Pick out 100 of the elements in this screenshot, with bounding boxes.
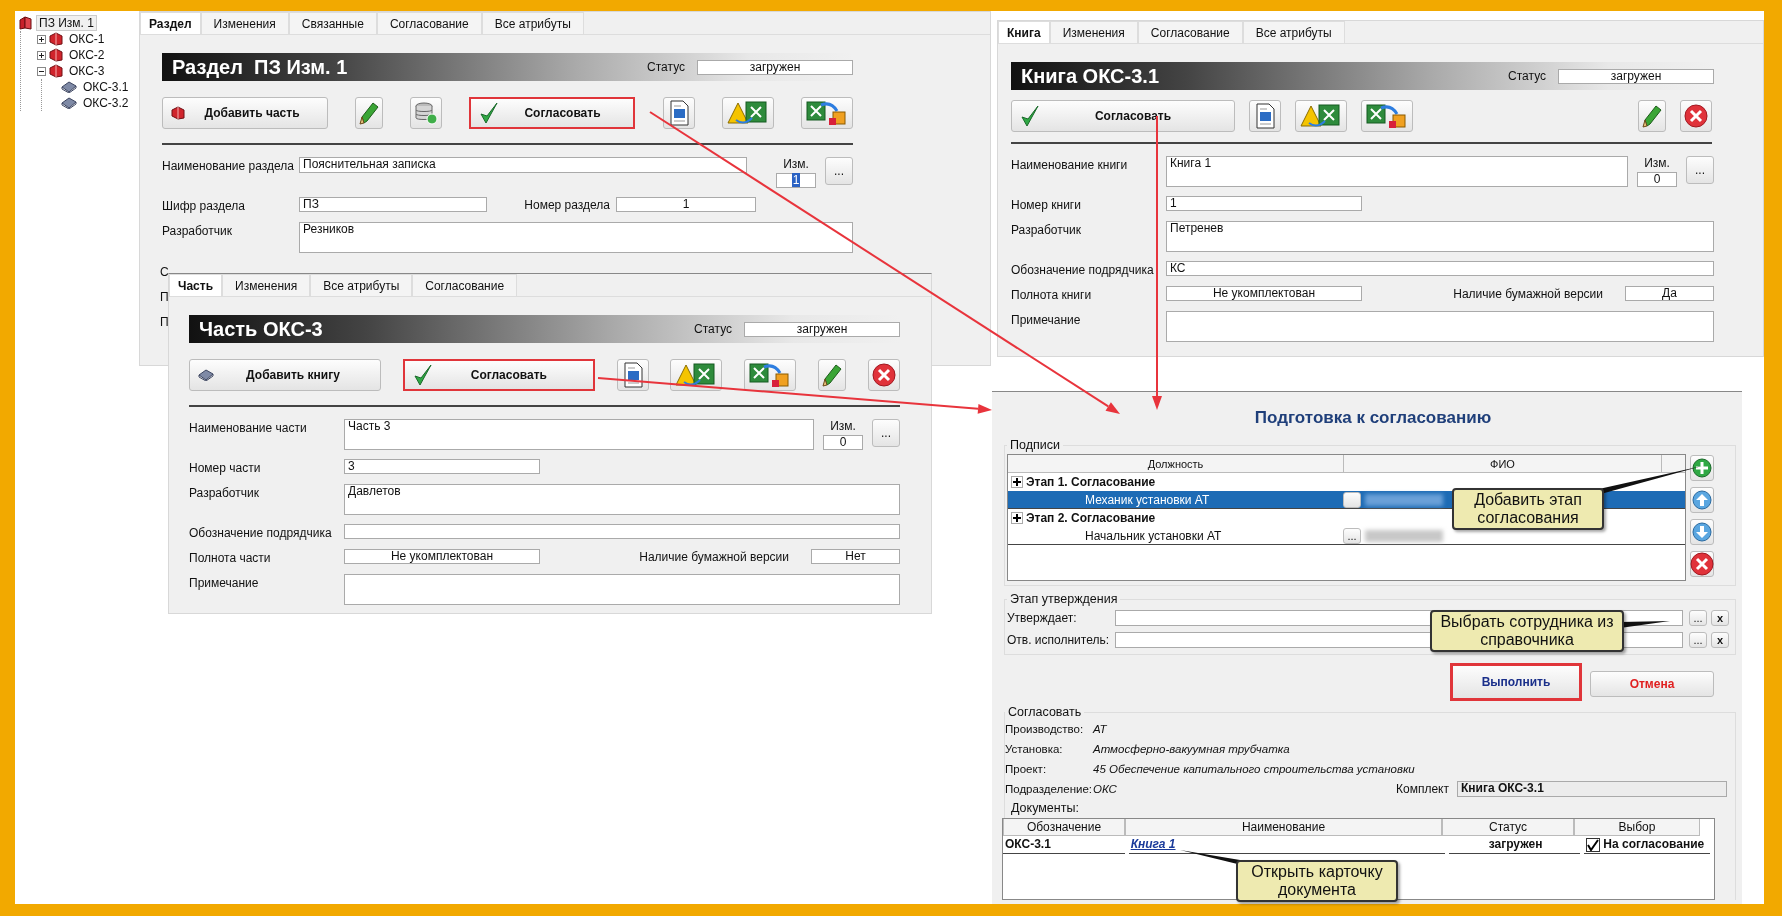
card-title: Раздел ПЗ Изм. 1 xyxy=(171,55,349,79)
input-field[interactable]: 1 xyxy=(1166,196,1362,211)
execute-button[interactable]: Выполнить xyxy=(1450,663,1582,701)
edit-button[interactable] xyxy=(1638,100,1666,132)
field-label: Разработчик xyxy=(189,485,260,500)
input-field[interactable] xyxy=(344,574,900,605)
tab[interactable]: Согласование xyxy=(412,274,518,296)
tab[interactable]: Изменения xyxy=(222,274,311,296)
status-label: Статус xyxy=(1508,69,1546,83)
close-button[interactable] xyxy=(867,359,900,391)
tab[interactable]: Все атрибуты xyxy=(310,274,413,296)
tab[interactable]: Часть xyxy=(169,274,223,296)
field-label: Шифр раздела xyxy=(162,198,246,213)
approve-button[interactable]: Согласовать xyxy=(469,97,636,129)
more-button[interactable]: ... xyxy=(872,419,900,447)
field-value: 45 Обеспечение капитального строительства установки xyxy=(1093,763,1415,775)
input-field[interactable]: 1 xyxy=(616,197,756,212)
input-field[interactable]: Не укомплектован xyxy=(1166,286,1362,301)
checkmark-icon xyxy=(412,363,433,387)
plus-icon[interactable] xyxy=(1011,476,1023,488)
field-label: Примечание xyxy=(1011,312,1082,327)
input-field[interactable]: Часть 3 xyxy=(344,419,814,450)
picker-button[interactable]: ... xyxy=(1689,610,1707,626)
revision-field[interactable]: 0 xyxy=(823,435,863,450)
move-down-button[interactable] xyxy=(1690,519,1714,545)
input-field[interactable]: Давлетов xyxy=(344,484,900,515)
input-field[interactable]: КС xyxy=(1166,261,1714,276)
export-button[interactable] xyxy=(721,97,774,129)
tab[interactable]: Согласование xyxy=(1137,21,1243,43)
revision-field[interactable]: 0 xyxy=(1637,172,1677,187)
tab[interactable]: Связанные xyxy=(288,12,377,34)
tree-item[interactable]: ОКС-3.2 xyxy=(80,95,132,111)
cancel-button[interactable]: Отмена xyxy=(1590,671,1714,697)
tab[interactable]: Все атрибуты xyxy=(481,12,584,34)
tab[interactable]: Раздел xyxy=(140,12,201,34)
column-header: Обозначение xyxy=(1003,819,1125,836)
tab[interactable]: Все атрибуты xyxy=(1242,21,1345,43)
input-field[interactable]: Резников xyxy=(299,222,853,253)
add-stage-button[interactable] xyxy=(1690,455,1714,481)
tree-item[interactable]: ОКС-3.1 xyxy=(80,79,132,95)
tree-item[interactable]: ОКС-3 xyxy=(66,63,108,79)
input-field[interactable] xyxy=(1166,311,1714,342)
checkbox[interactable] xyxy=(1586,837,1601,852)
field-label: Изм. xyxy=(1644,156,1670,170)
input-field[interactable]: Пояснительная записка xyxy=(299,157,747,173)
close-button[interactable] xyxy=(1680,100,1712,132)
database-button[interactable] xyxy=(410,97,443,129)
input-field[interactable]: Петренев xyxy=(1166,221,1714,252)
field-label: П xyxy=(160,290,168,304)
callout-note: Добавить этап согласования xyxy=(1452,488,1604,530)
document-button[interactable] xyxy=(1249,100,1281,132)
picker-button[interactable]: ... xyxy=(1343,527,1361,544)
plus-icon[interactable] xyxy=(37,34,46,44)
transfer-button[interactable] xyxy=(1361,100,1413,132)
delete-button[interactable] xyxy=(1690,551,1714,577)
transfer-button[interactable] xyxy=(744,359,797,391)
tree-item[interactable]: ОКС-1 xyxy=(66,31,108,47)
set-field: Книга ОКС-3.1 xyxy=(1457,781,1727,797)
export-button[interactable] xyxy=(670,359,723,391)
plus-icon[interactable] xyxy=(37,50,46,60)
tab[interactable]: Изменения xyxy=(200,12,289,34)
approve-button[interactable]: Согласовать xyxy=(1011,100,1235,132)
clear-button[interactable]: x xyxy=(1711,610,1729,626)
document-button[interactable] xyxy=(616,359,649,391)
input-field[interactable]: Нет xyxy=(811,549,900,564)
close-icon xyxy=(871,363,896,387)
input-field[interactable]: Да xyxy=(1625,286,1714,301)
export-button[interactable] xyxy=(1295,100,1347,132)
transfer-button[interactable] xyxy=(800,97,853,129)
column-header: ФИО xyxy=(1344,454,1662,473)
move-up-button[interactable] xyxy=(1690,487,1714,513)
clear-button[interactable]: x xyxy=(1711,632,1729,648)
input-field[interactable]: ПЗ xyxy=(299,197,487,212)
tab[interactable]: Книга xyxy=(998,21,1050,43)
tree-item[interactable]: ПЗ Изм. 1 xyxy=(36,15,97,31)
input-field[interactable]: Не укомплектован xyxy=(344,549,540,564)
document-link[interactable]: Книга 1 xyxy=(1130,837,1176,851)
add-part-button[interactable]: Добавить часть xyxy=(162,97,328,129)
tree-item[interactable]: ОКС-2 xyxy=(66,47,108,63)
picker-button[interactable]: ... xyxy=(1689,632,1707,648)
edit-button[interactable] xyxy=(355,97,384,129)
input-field[interactable]: 3 xyxy=(344,459,540,474)
tab[interactable]: Изменения xyxy=(1049,21,1138,43)
arrow-down-icon xyxy=(1692,522,1712,542)
field-label: Номер раздела xyxy=(524,197,610,212)
revision-field[interactable]: 1 xyxy=(776,173,816,188)
more-button[interactable]: ... xyxy=(825,157,853,185)
edit-button[interactable] xyxy=(818,359,847,391)
document-button[interactable] xyxy=(662,97,695,129)
status-field: загружен xyxy=(1558,68,1714,84)
tab[interactable]: Согласование xyxy=(376,12,482,34)
input-field[interactable] xyxy=(344,524,900,539)
input-field[interactable]: Книга 1 xyxy=(1166,156,1628,187)
approve-button[interactable]: Согласовать xyxy=(402,359,595,391)
plus-icon[interactable] xyxy=(1011,512,1023,524)
add-book-button[interactable]: Добавить книгу xyxy=(189,359,381,391)
picker-button[interactable] xyxy=(1343,491,1361,508)
minus-icon[interactable] xyxy=(37,66,46,76)
field-label: П xyxy=(160,315,168,329)
more-button[interactable]: ... xyxy=(1686,156,1714,184)
